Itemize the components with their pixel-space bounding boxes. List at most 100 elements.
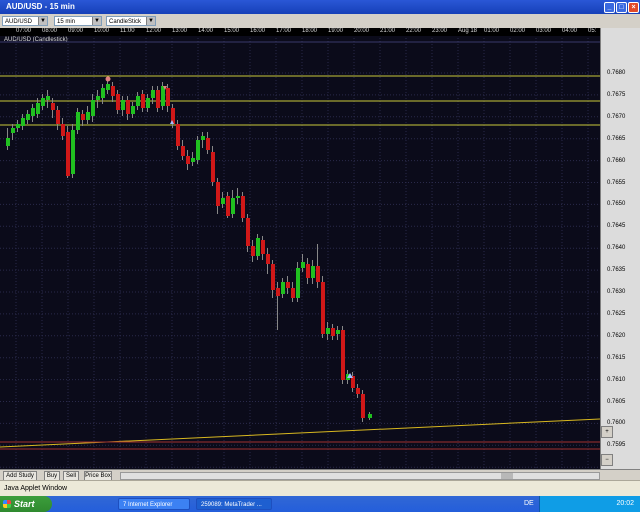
candlestick-chart[interactable] — [0, 28, 600, 469]
chart-area[interactable]: 07:00 08:00 09:00 10:00 11:00 12:00 13:00 14:00… — [0, 28, 640, 469]
candle-bull — [256, 238, 260, 256]
price-axis-label: 0.7615 — [607, 354, 626, 361]
candle-bear — [316, 266, 320, 282]
candle-bull — [196, 140, 200, 160]
period-select[interactable]: 15 min ▼ — [54, 16, 102, 26]
candle-bear — [181, 146, 185, 156]
price-axis-label: 0.7675 — [607, 91, 626, 98]
candle-bull — [146, 98, 150, 108]
candle-bear — [186, 156, 190, 164]
candle-bull — [221, 198, 225, 204]
horizontal-scrollbar[interactable] — [120, 472, 600, 480]
candle-bear — [126, 100, 130, 114]
candle-bear — [251, 246, 255, 256]
candle-bear — [81, 114, 85, 120]
candle-bear — [166, 88, 170, 106]
symbol-select-value: AUD/USD — [5, 19, 33, 25]
candle-bull — [106, 84, 110, 90]
system-tray: DE 20:02 — [524, 496, 640, 512]
clock: 20:02 — [616, 500, 634, 507]
candle-bull — [201, 136, 205, 140]
candle-bear — [266, 254, 270, 264]
marker-dot — [105, 76, 111, 82]
candle-bear — [291, 288, 295, 298]
price-axis-label: 0.7635 — [607, 267, 626, 274]
price-axis: 0.7680 0.7675 0.7670 0.7665 0.7660 0.7655 0.76… — [600, 28, 640, 469]
chevron-down-icon[interactable]: ▼ — [92, 17, 101, 25]
candle-bear — [321, 282, 325, 334]
candle-bear — [116, 94, 120, 110]
candle-bull — [16, 124, 20, 128]
candle-bear — [286, 282, 290, 288]
candle-bull — [91, 100, 95, 116]
candle-bull — [161, 86, 165, 106]
start-button[interactable]: Start — [0, 496, 52, 512]
chevron-down-icon[interactable]: ▼ — [146, 17, 155, 25]
price-axis-label: 0.7630 — [607, 289, 626, 295]
candle-bear — [356, 388, 360, 394]
candle-bear — [271, 264, 275, 290]
candle-bear — [241, 196, 245, 218]
chart-type-select[interactable]: CandleStick ▼ — [106, 16, 156, 26]
status-text: Java Applet Window — [4, 485, 68, 492]
candle-bear — [141, 94, 145, 108]
candle-bull — [21, 118, 25, 126]
candle-bull — [151, 90, 155, 98]
taskbar-item-metatrader[interactable]: 259089: MetaTrader ... — [196, 498, 272, 510]
candle-bull — [326, 328, 330, 334]
taskbar: Start 7 Internet Explorer 259089: MetaTr… — [0, 496, 640, 512]
candle-bull — [281, 282, 285, 294]
zoom-in-button[interactable]: + — [601, 426, 613, 438]
symbol-select[interactable]: AUD/USD ▼ — [2, 16, 48, 26]
price-axis-label: 0.7670 — [607, 113, 626, 120]
candle-bear — [361, 394, 365, 418]
candle-bull — [191, 158, 195, 162]
chevron-down-icon[interactable]: ▼ — [38, 17, 47, 25]
period-select-value: 15 min — [57, 19, 76, 25]
candle-bull — [96, 96, 100, 100]
candle-bear — [246, 218, 250, 246]
taskbar-item-metatrader-label: 259089: MetaTrader ... — [201, 502, 262, 508]
candle-bull — [101, 88, 105, 98]
chart-type-select-value: CandleStick — [109, 19, 142, 25]
price-axis-label: 0.7605 — [607, 398, 626, 405]
candle-bear — [331, 328, 335, 336]
maximize-button[interactable]: □ — [616, 2, 627, 13]
price-axis-label: 0.7650 — [607, 201, 626, 208]
candle-bear — [226, 196, 230, 216]
candle-bear — [341, 330, 345, 380]
candle-bull — [311, 266, 315, 278]
candle-bull — [26, 114, 30, 120]
candle-bear — [156, 90, 160, 108]
candle-bear — [261, 240, 265, 254]
candle-bear — [276, 288, 280, 296]
candle-bull — [11, 128, 15, 133]
close-button[interactable]: × — [628, 2, 639, 13]
candle-bull — [41, 98, 45, 106]
price-axis-label: 0.7620 — [607, 332, 626, 339]
candle-bull — [71, 130, 75, 174]
candle-bull — [121, 100, 125, 110]
taskbar-item-ie-label: 7 Internet Explorer — [123, 502, 173, 508]
candle-bear — [206, 138, 210, 150]
window-titlebar: AUD/USD - 15 min _ □ × — [0, 0, 640, 14]
price-axis-label: 0.7640 — [607, 245, 626, 252]
candle-bear — [306, 264, 310, 278]
price-axis-label: 0.7655 — [607, 179, 626, 186]
candle-bull — [301, 262, 305, 268]
candle-bull — [6, 138, 10, 146]
price-axis-label: 0.7625 — [607, 310, 626, 317]
window-title: AUD/USD - 15 min — [6, 2, 75, 11]
candle-bear — [56, 110, 60, 124]
minimize-button[interactable]: _ — [604, 2, 615, 13]
zoom-out-button[interactable]: − — [601, 454, 613, 466]
language-indicator[interactable]: DE — [524, 496, 534, 512]
taskbar-item-ie[interactable]: 7 Internet Explorer — [118, 498, 190, 510]
status-bar: Java Applet Window — [0, 480, 640, 497]
candle-bear — [216, 182, 220, 206]
windows-logo-icon — [3, 500, 11, 508]
scrollbar-thumb[interactable] — [501, 473, 513, 479]
candle-bull — [236, 196, 240, 198]
price-axis-label: 0.7665 — [607, 135, 626, 142]
chart-toolbar: AUD/USD ▼ 15 min ▼ CandleStick ▼ — [0, 14, 640, 29]
